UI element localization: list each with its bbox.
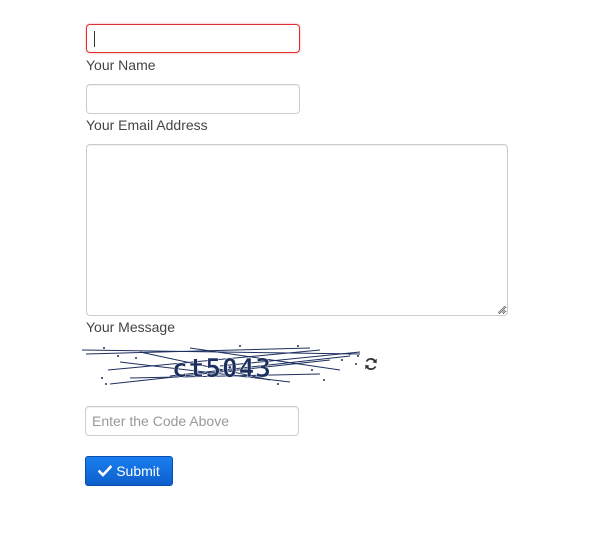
name-label: Your Name bbox=[86, 57, 156, 73]
resize-handle-icon[interactable] bbox=[497, 305, 506, 314]
captcha-image: ct5043 bbox=[81, 345, 361, 385]
text-cursor bbox=[94, 31, 95, 47]
submit-label: Submit bbox=[116, 463, 160, 479]
captcha-input[interactable] bbox=[85, 406, 299, 436]
captcha-code: ct5043 bbox=[172, 354, 272, 384]
message-label: Your Message bbox=[86, 319, 175, 335]
email-label: Your Email Address bbox=[86, 117, 208, 133]
checkmark-icon bbox=[98, 465, 113, 477]
submit-button[interactable]: Submit bbox=[85, 456, 173, 486]
name-input[interactable] bbox=[86, 24, 300, 53]
refresh-icon[interactable] bbox=[363, 356, 379, 372]
email-input[interactable] bbox=[86, 84, 300, 114]
message-textarea[interactable] bbox=[86, 144, 508, 316]
